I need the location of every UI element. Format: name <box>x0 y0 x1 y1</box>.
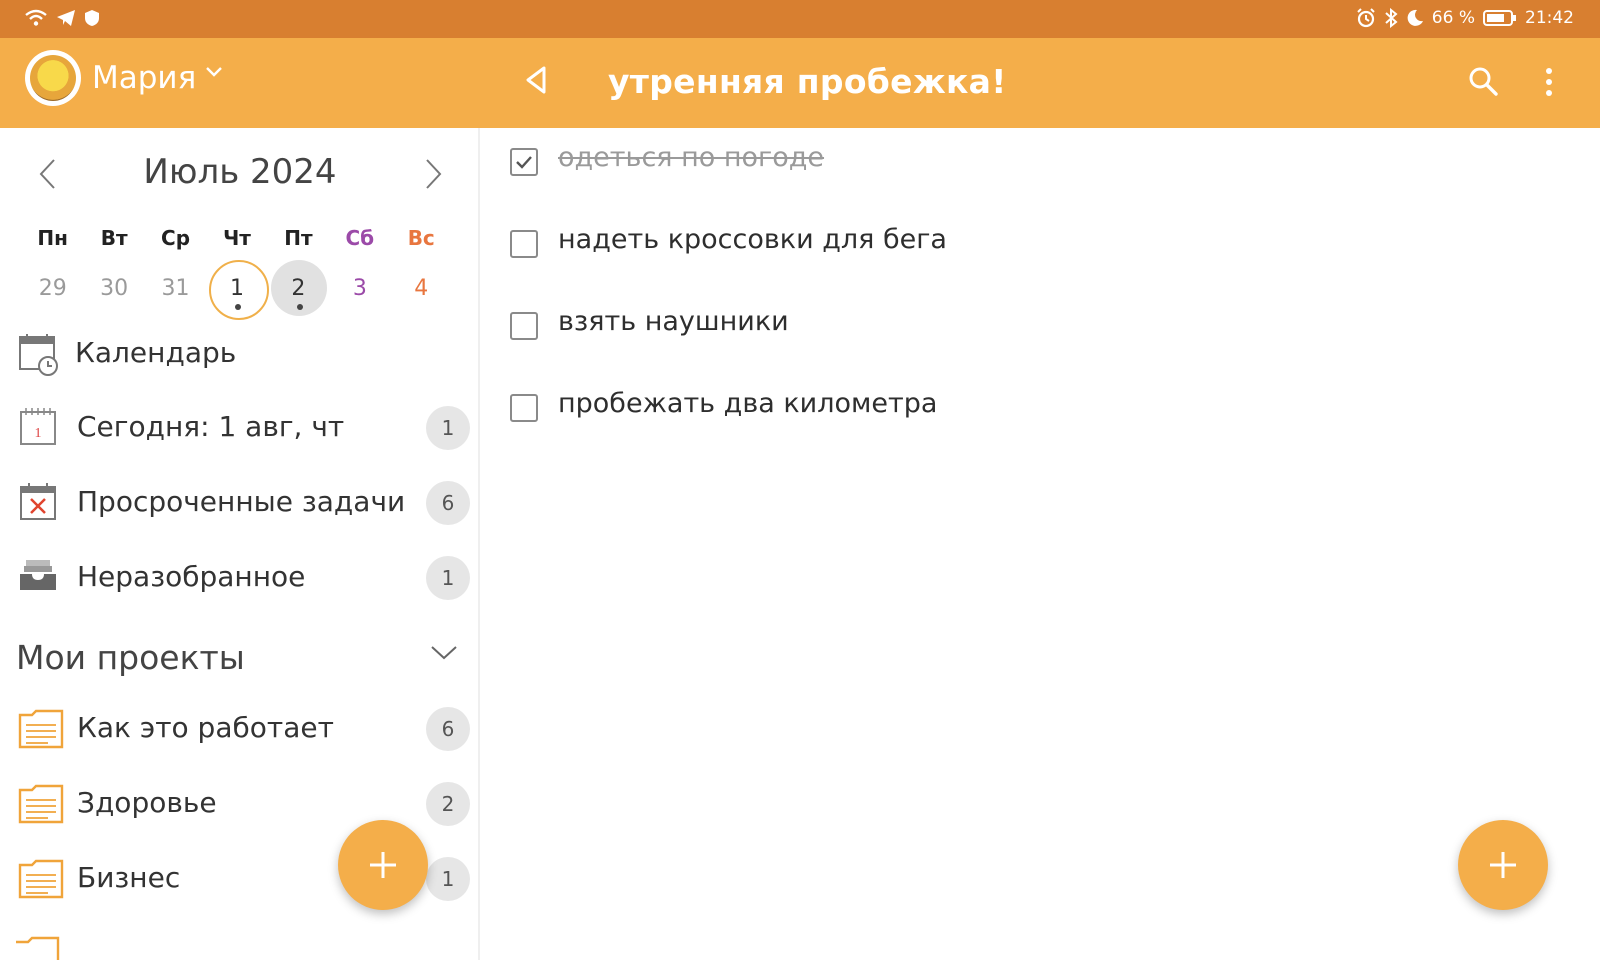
task-text: надеть кроссовки для бега <box>558 224 947 255</box>
weekday-label: Пт <box>284 226 313 250</box>
status-right: 66 % 21:42 <box>1356 8 1574 28</box>
moon-icon <box>1407 9 1423 26</box>
back-triangle-icon[interactable] <box>524 65 548 95</box>
calendar-day-today[interactable]: 1 <box>206 260 270 320</box>
app-bar: Мария утренняя пробежка! <box>0 38 1600 128</box>
battery-percent: 66 % <box>1431 8 1475 28</box>
calendar-overdue-icon <box>20 483 56 520</box>
count-badge: 1 <box>426 406 470 450</box>
svg-text:1: 1 <box>35 426 42 441</box>
folder-document-icon <box>18 859 64 899</box>
event-dot <box>235 304 242 310</box>
telegram-icon <box>57 10 75 26</box>
task-checkbox[interactable] <box>510 394 538 422</box>
count-badge: 2 <box>426 782 470 826</box>
folder-document-icon <box>18 784 64 824</box>
calendar-day[interactable]: 3 <box>329 260 390 316</box>
nav-label: Просроченные задачи <box>77 485 406 518</box>
count-badge: 6 <box>426 707 470 751</box>
calendar-today-icon: 1 <box>20 408 56 445</box>
task-item[interactable]: взять наушники <box>510 292 1510 352</box>
avatar-image <box>30 55 76 101</box>
nav-item-overdue[interactable]: Просроченные задачи 6 <box>0 467 470 539</box>
chevron-down-icon[interactable] <box>430 645 458 661</box>
weekday-label: Вс <box>407 226 435 250</box>
status-bar: 66 % 21:42 <box>0 0 1600 38</box>
weekday-label: Сб <box>345 226 375 250</box>
nav-item-inbox[interactable]: Неразобранное 1 <box>0 542 470 614</box>
plus-icon <box>370 852 396 878</box>
task-checkbox[interactable] <box>510 312 538 340</box>
user-name[interactable]: Мария <box>92 60 196 96</box>
search-icon[interactable] <box>1467 65 1499 97</box>
nav-item-today[interactable]: 1 Сегодня: 1 авг, чт 1 <box>0 392 470 464</box>
calendar-day[interactable]: 4 <box>391 260 452 316</box>
task-checkbox-checked[interactable] <box>510 148 538 176</box>
weekday-label: Ср <box>161 226 191 250</box>
more-vertical-icon[interactable] <box>1544 67 1554 97</box>
calendar-day[interactable]: 29 <box>22 260 83 316</box>
add-task-button[interactable] <box>1458 820 1548 910</box>
check-icon <box>516 156 532 169</box>
project-label: Как это работает <box>77 711 334 744</box>
folder-document-icon <box>16 936 60 960</box>
project-item[interactable]: Как это работает 6 <box>0 693 470 765</box>
calendar-day[interactable]: 30 <box>83 260 144 316</box>
event-dot <box>296 304 303 310</box>
page-title: утренняя пробежка! <box>608 62 1007 101</box>
nav-item-calendar[interactable]: Календарь <box>0 318 470 390</box>
battery-icon <box>1483 10 1516 26</box>
plus-icon <box>1490 852 1516 878</box>
task-text: взять наушники <box>558 306 789 337</box>
task-list: одеться по погоде надеть кроссовки для б… <box>482 128 1600 960</box>
calendar-day[interactable]: 31 <box>145 260 206 316</box>
sidebar: Июль 2024 Пн Вт Ср Чт Пт Сб Вс 29 30 31 … <box>0 128 480 960</box>
task-item[interactable]: надеть кроссовки для бега <box>510 210 1510 270</box>
avatar[interactable] <box>25 50 81 106</box>
weekday-label: Вт <box>100 226 128 250</box>
inbox-icon <box>20 560 56 590</box>
calendar-days: 29 30 31 1 2 3 4 <box>22 260 452 320</box>
chevron-right-icon[interactable] <box>423 158 443 190</box>
bluetooth-icon <box>1385 8 1398 28</box>
task-item[interactable]: одеться по погоде <box>510 128 1510 188</box>
weekday-header: Пн Вт Ср Чт Пт Сб Вс <box>22 226 452 250</box>
wifi-icon <box>25 9 47 26</box>
clock: 21:42 <box>1525 8 1574 28</box>
projects-header: Мои проекты <box>16 638 245 677</box>
count-badge: 1 <box>426 857 470 901</box>
project-label: Бизнес <box>77 861 181 894</box>
task-text: пробежать два километра <box>558 388 938 419</box>
calendar-day-selected[interactable]: 2 <box>268 260 329 316</box>
status-left <box>24 8 100 28</box>
weekday-label: Пн <box>37 226 68 250</box>
nav-label: Сегодня: 1 авг, чт <box>77 410 345 443</box>
count-badge: 1 <box>426 556 470 600</box>
calendar-month-label: Июль 2024 <box>143 152 337 192</box>
task-item[interactable]: пробежать два километра <box>510 374 1510 434</box>
alarm-icon <box>1357 8 1375 28</box>
project-label: Здоровье <box>77 786 217 819</box>
nav-label: Календарь <box>75 336 237 369</box>
task-checkbox[interactable] <box>510 230 538 258</box>
chevron-down-icon[interactable] <box>205 66 223 78</box>
count-badge: 6 <box>426 481 470 525</box>
shield-icon <box>85 10 99 26</box>
nav-label: Неразобранное <box>77 560 306 593</box>
task-text: одеться по погоде <box>558 142 825 173</box>
add-project-button[interactable] <box>338 820 428 910</box>
calendar-clock-icon <box>19 334 58 376</box>
weekday-label: Чт <box>223 226 251 250</box>
folder-document-icon <box>18 709 64 749</box>
